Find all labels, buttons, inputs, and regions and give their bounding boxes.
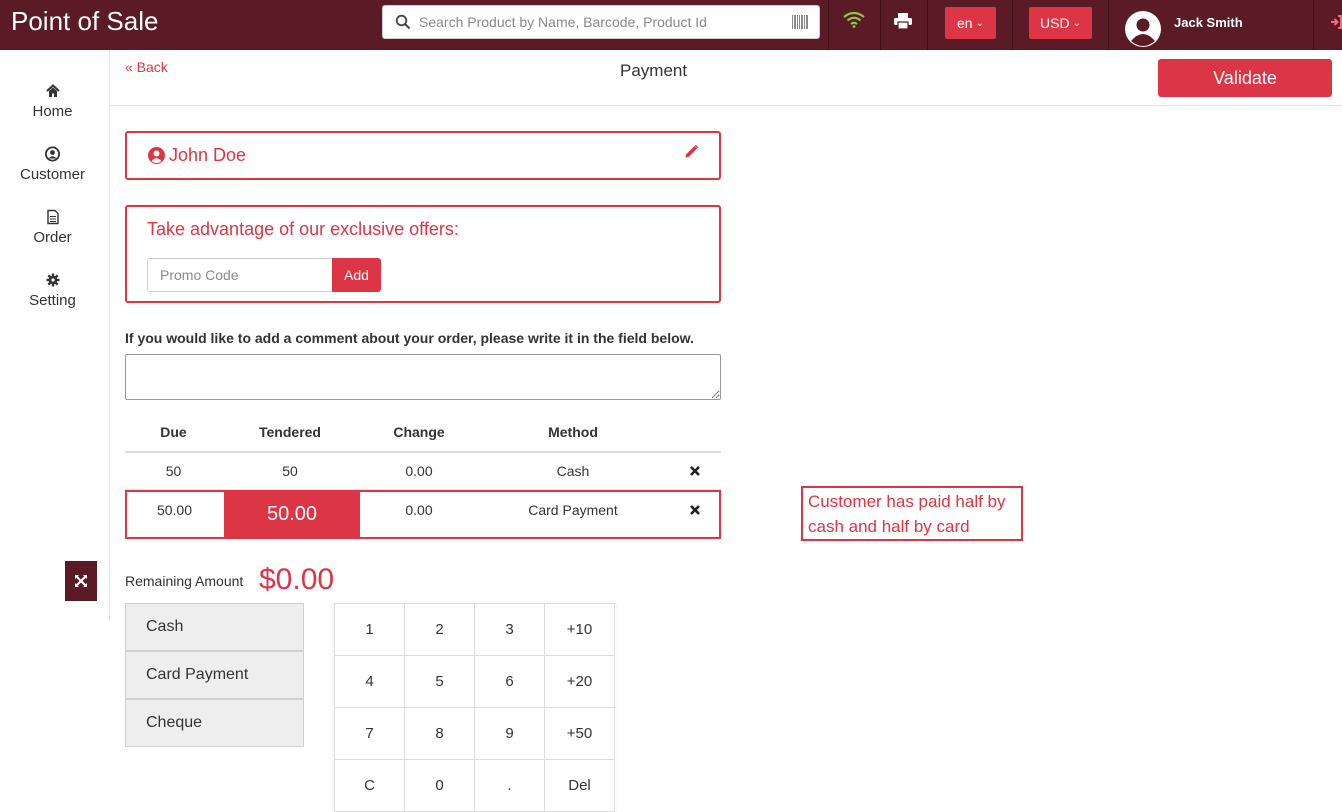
- currency-value: USD: [1040, 15, 1070, 31]
- offer-title: Take advantage of our exclusive offers:: [147, 219, 459, 239]
- numpad-key[interactable]: 0: [405, 760, 475, 812]
- change-cell: 0.00: [405, 502, 433, 518]
- numpad-key-decimal[interactable]: .: [475, 760, 545, 812]
- payment-method-card[interactable]: Card Payment: [125, 651, 304, 699]
- numpad-key[interactable]: 5: [405, 656, 475, 708]
- page-title: Payment: [620, 61, 688, 80]
- sidebar-item-customer[interactable]: Customer: [0, 146, 105, 183]
- comment-label: If you would like to add a comment about…: [125, 330, 694, 346]
- remaining-amount-value: $0.00: [259, 563, 335, 596]
- method-cell: Card Payment: [528, 502, 618, 518]
- sidebar-item-label: Customer: [19, 166, 86, 183]
- document-icon: [46, 209, 59, 225]
- wifi-icon[interactable]: [843, 12, 865, 28]
- numpad-key[interactable]: +50: [545, 708, 615, 760]
- sidebar-item-label: Setting: [29, 292, 76, 309]
- numpad-key[interactable]: 2: [405, 604, 475, 656]
- divider: [1108, 0, 1109, 50]
- fullscreen-toggle-button[interactable]: [65, 561, 97, 601]
- numpad-key[interactable]: 7: [335, 708, 405, 760]
- payment-method-cheque[interactable]: Cheque: [125, 699, 304, 747]
- logout-icon[interactable]: [1331, 15, 1342, 29]
- expand-arrows-icon: [75, 575, 87, 587]
- user-circle-icon: [148, 147, 165, 164]
- column-header: Method: [548, 424, 598, 440]
- tendered-cell[interactable]: 50: [222, 463, 358, 479]
- column-header: Due: [160, 424, 187, 440]
- back-link[interactable]: « Back: [125, 59, 168, 75]
- search-icon: [395, 14, 411, 30]
- tendered-cell-active[interactable]: 50.00: [224, 492, 360, 537]
- divider: [1012, 0, 1013, 50]
- user-circle-icon: [45, 146, 60, 162]
- app-title: Point of Sale: [11, 6, 159, 36]
- promo-code-input[interactable]: [147, 258, 333, 292]
- numpad-key[interactable]: +20: [545, 656, 615, 708]
- numpad-key[interactable]: 6: [475, 656, 545, 708]
- numpad: 1 2 3 +10 4 5 6 +20 7 8 9 +50 C 0 . Del: [334, 603, 616, 812]
- customer-card[interactable]: John Doe: [125, 131, 721, 180]
- divider: [927, 0, 928, 50]
- numpad-key-delete[interactable]: Del: [545, 760, 615, 812]
- validate-button[interactable]: Validate: [1158, 59, 1332, 97]
- payment-method-list: Cash Card Payment Cheque: [125, 603, 304, 747]
- numpad-key[interactable]: 1: [335, 604, 405, 656]
- chevron-down-icon: ⌄: [975, 18, 984, 29]
- numpad-key[interactable]: 3: [475, 604, 545, 656]
- product-search[interactable]: [382, 5, 820, 39]
- comment-textarea[interactable]: [125, 354, 721, 400]
- customer-name: John Doe: [169, 145, 247, 165]
- payment-method-cash[interactable]: Cash: [125, 603, 304, 651]
- sidebar-item-setting[interactable]: Setting: [0, 272, 105, 309]
- chevron-down-icon: ⌄: [1072, 18, 1081, 29]
- add-promo-button[interactable]: Add: [332, 258, 381, 292]
- payment-row[interactable]: 50 50 0.00 Cash: [125, 453, 721, 490]
- currency-dropdown[interactable]: USD ⌄: [1029, 7, 1092, 39]
- payment-row-selected[interactable]: 50.00 50.00 0.00 Card Payment: [125, 490, 721, 539]
- due-cell: 50.00: [156, 502, 193, 518]
- language-dropdown[interactable]: en ⌄: [945, 7, 996, 39]
- sidebar-item-order[interactable]: Order: [0, 209, 105, 246]
- top-bar: Point of Sale en ⌄ USD ⌄ Jack Smith: [0, 0, 1342, 50]
- divider: [1313, 0, 1314, 50]
- numpad-key-clear[interactable]: C: [335, 760, 405, 812]
- numpad-key[interactable]: +10: [545, 604, 615, 656]
- numpad-key[interactable]: 4: [335, 656, 405, 708]
- search-input[interactable]: [419, 10, 779, 34]
- sidebar: Home Customer Order Setting: [0, 50, 110, 620]
- divider: [828, 0, 829, 50]
- barcode-icon[interactable]: [792, 15, 808, 29]
- sidebar-item-label: Home: [32, 103, 73, 120]
- method-cell: Cash: [556, 463, 590, 479]
- user-name[interactable]: Jack Smith: [1174, 15, 1243, 30]
- due-cell: 50: [165, 463, 182, 479]
- remove-payment-icon[interactable]: [690, 505, 700, 515]
- promo-offer-box: Take advantage of our exclusive offers: …: [125, 205, 721, 303]
- divider: [110, 105, 1342, 106]
- user-avatar-icon[interactable]: [1125, 11, 1161, 47]
- remaining-amount-label: Remaining Amount: [125, 573, 244, 589]
- annotation-note: Customer has paid half by cash and half …: [801, 486, 1023, 541]
- change-cell: 0.00: [405, 463, 433, 479]
- sidebar-item-label: Order: [33, 229, 72, 246]
- pencil-icon[interactable]: [684, 144, 699, 159]
- divider: [880, 0, 881, 50]
- printer-icon[interactable]: [894, 13, 912, 29]
- remove-payment-icon[interactable]: [690, 466, 700, 476]
- numpad-key[interactable]: 8: [405, 708, 475, 760]
- column-header: Change: [393, 424, 445, 440]
- column-header: Tendered: [259, 424, 321, 440]
- sidebar-item-home[interactable]: Home: [0, 83, 105, 120]
- numpad-key[interactable]: 9: [475, 708, 545, 760]
- language-value: en: [957, 15, 973, 31]
- home-icon: [45, 84, 60, 97]
- gear-icon: [46, 273, 59, 287]
